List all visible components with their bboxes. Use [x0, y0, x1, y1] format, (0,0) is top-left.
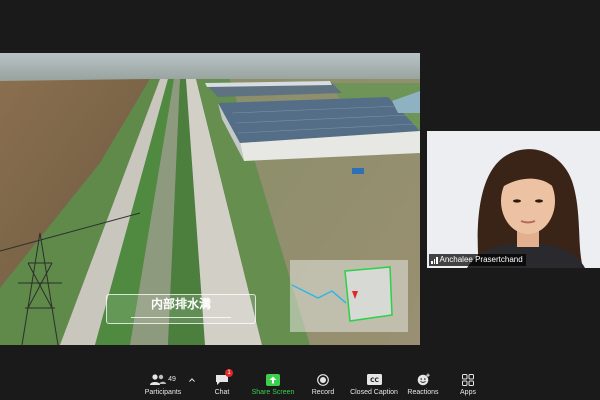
chat-unread-badge: 1: [225, 369, 233, 377]
chevron-up-icon: [189, 377, 195, 382]
closed-caption-icon: CC: [366, 374, 382, 385]
reactions-icon-wrap: [405, 372, 441, 387]
chat-icon-wrap: 1: [208, 369, 236, 387]
participant-name-text: Anchalee Prasertchand: [439, 255, 523, 264]
participants-label: Participants: [144, 389, 182, 396]
apps-label: Apps: [460, 389, 476, 396]
share-screen-label: Share Screen: [251, 389, 295, 396]
overlay-caption: 内部排水溝: [106, 294, 256, 324]
reactions-label: Reactions: [407, 389, 439, 396]
closed-caption-button[interactable]: CC Closed Caption: [349, 372, 399, 396]
svg-text:CC: CC: [370, 377, 379, 384]
participants-menu-chevron[interactable]: [188, 372, 196, 387]
closed-caption-label: Closed Caption: [350, 389, 398, 396]
caption-underline: [131, 317, 231, 318]
signal-icon: [431, 256, 438, 264]
apps-icon-wrap: [456, 372, 480, 387]
share-screen-icon: [266, 373, 280, 386]
record-icon: [317, 373, 329, 386]
participants-icon-wrap: 49: [143, 372, 183, 387]
shared-screen: 内部排水溝: [0, 53, 420, 345]
chat-button[interactable]: 1 Chat: [208, 369, 236, 396]
participants-button[interactable]: 49 Participants: [143, 372, 183, 396]
participant-video-tile[interactable]: Anchalee Prasertchand: [427, 131, 600, 268]
share-screen-button[interactable]: Share Screen: [251, 372, 295, 396]
meeting-toolbar: 49 Participants 1 Chat Share Screen Reco…: [0, 362, 600, 400]
participants-icon: [150, 374, 167, 385]
record-label: Record: [311, 389, 335, 396]
participants-count: 49: [168, 376, 176, 383]
participant-name-label: Anchalee Prasertchand: [429, 254, 526, 266]
cc-icon-wrap: CC: [349, 372, 399, 387]
record-icon-wrap: [309, 372, 337, 387]
share-icon-wrap: [251, 372, 295, 387]
chat-label: Chat: [214, 389, 230, 396]
apps-button[interactable]: Apps: [456, 372, 480, 396]
overlay-caption-text: 内部排水溝: [150, 297, 211, 311]
reactions-button[interactable]: Reactions: [405, 372, 441, 396]
apps-icon: [462, 373, 474, 386]
chevron-wrap: [188, 372, 196, 387]
record-button[interactable]: Record: [309, 372, 337, 396]
participant-video: [427, 131, 600, 268]
reactions-smiley-icon: [417, 373, 430, 386]
